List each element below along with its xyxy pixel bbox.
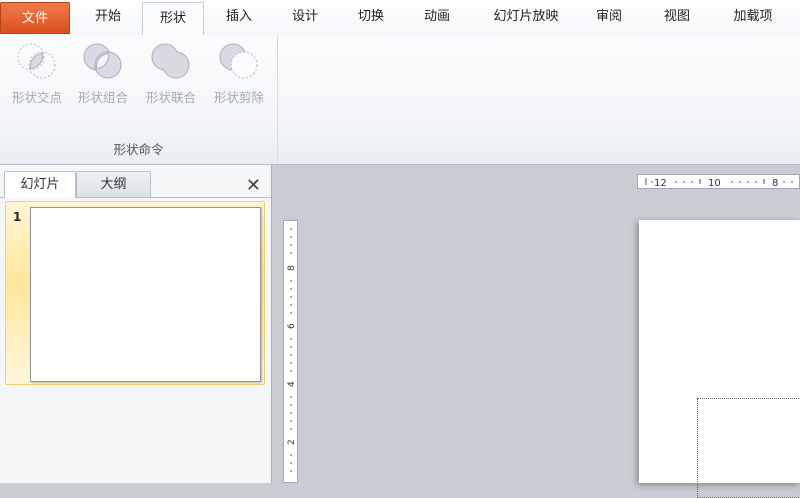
hruler-label-10: 10: [708, 178, 721, 188]
shape-union-label: 形状联合: [145, 90, 196, 105]
vruler-label-8: 8: [287, 265, 297, 271]
tab-file[interactable]: 文件: [0, 2, 70, 34]
tab-insert[interactable]: 插入: [208, 0, 270, 34]
horizontal-ruler-ticks: 12 10 8: [645, 178, 793, 188]
slide-thumbnail-image[interactable]: [30, 207, 261, 382]
shape-union-button[interactable]: 形状联合: [138, 39, 204, 111]
tab-review[interactable]: 审阅: [584, 0, 634, 34]
shape-intersect-button[interactable]: 形状交点: [4, 39, 70, 111]
tab-animations[interactable]: 动画: [406, 0, 468, 34]
ribbon-tab-bar: 文件 开始 形状 插入 设计 切换 动画 幻灯片放映 审阅 视图 加载项: [0, 0, 800, 36]
slide-editor[interactable]: [639, 220, 800, 498]
shape-subtract-button[interactable]: 形状剪除: [206, 39, 272, 111]
vruler-label-4: 4: [287, 381, 297, 387]
tab-design[interactable]: 设计: [274, 0, 336, 34]
tab-slideshow[interactable]: 幻灯片放映: [474, 0, 578, 34]
vruler-label-2: 2: [287, 439, 297, 445]
tab-shape[interactable]: 形状: [142, 2, 204, 36]
hruler-label-8: 8: [772, 178, 778, 188]
shape-combine-icon: [83, 43, 122, 79]
shape-intersect-label: 形状交点: [11, 90, 62, 105]
tab-slides[interactable]: 幻灯片: [4, 171, 76, 198]
close-icon[interactable]: ✕: [246, 173, 261, 199]
shape-combine-button[interactable]: 形状组合: [70, 39, 136, 111]
shape-subtract-label: 形状剪除: [213, 90, 264, 105]
slides-pane-tabs: 幻灯片 大纲 ✕: [0, 169, 271, 198]
tab-outline[interactable]: 大纲: [76, 171, 151, 197]
tab-view[interactable]: 视图: [652, 0, 702, 34]
slides-pane: 幻灯片 大纲 ✕ 1: [0, 165, 272, 483]
tab-addins[interactable]: 加载项: [720, 0, 786, 34]
shape-combine-label: 形状组合: [77, 90, 128, 105]
tab-transitions[interactable]: 切换: [340, 0, 402, 34]
hruler-label-12: 12: [654, 178, 667, 188]
slide-number: 1: [13, 210, 22, 224]
shape-group-label: 形状命令: [113, 142, 164, 157]
shape-intersect-icon: [17, 43, 56, 79]
content-placeholder[interactable]: [697, 398, 800, 498]
ribbon-panel: 形状交点 形状组合 形状联合 形状剪除 形状命令: [0, 35, 800, 165]
shape-subtract-icon: [219, 43, 258, 79]
slide-thumbnail-selected[interactable]: 1: [5, 201, 265, 385]
horizontal-ruler[interactable]: 12 10 8: [637, 174, 800, 189]
shape-union-icon: [151, 43, 190, 79]
vertical-ruler-ticks: 8 6 4 2: [287, 228, 297, 472]
vruler-label-6: 6: [287, 323, 297, 329]
tab-home[interactable]: 开始: [75, 0, 141, 34]
shape-commands-group: 形状交点 形状组合 形状联合 形状剪除 形状命令: [0, 35, 278, 163]
vertical-ruler[interactable]: 8 6 4 2: [283, 220, 298, 483]
